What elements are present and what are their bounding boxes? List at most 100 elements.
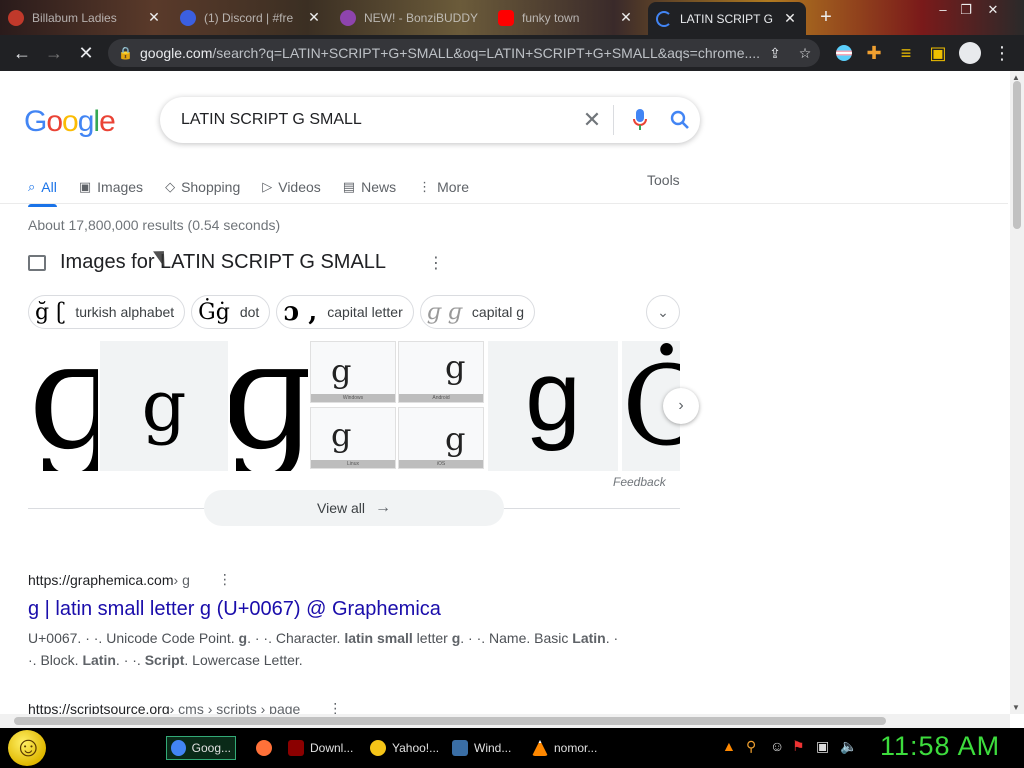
clear-icon[interactable]: ✕ [577, 107, 607, 133]
image-thumbnail[interactable]: g [100, 341, 228, 471]
tab-more[interactable]: ⋮ More [418, 169, 469, 205]
image-thumbnail[interactable]: ɡ [230, 341, 308, 471]
clock[interactable]: 11:58 AM [880, 731, 1000, 762]
minimize-button[interactable]: – [932, 0, 954, 22]
result-url[interactable]: https://graphemica.com › g ⋮ [28, 571, 628, 588]
menu-kebab-icon[interactable]: ⋮ [986, 37, 1018, 69]
vlc-tray-icon[interactable]: ▲ [722, 738, 736, 754]
thumbnail-glyph: g [141, 365, 187, 447]
chrome-icon [171, 740, 186, 756]
extension-flag-icon[interactable] [828, 37, 860, 69]
tab-discord[interactable]: (1) Discord | #fre ✕ [172, 4, 330, 31]
image-icon: ▣ [78, 179, 92, 194]
forward-icon[interactable]: → [38, 37, 70, 69]
tab-shopping[interactable]: ◇ Shopping [165, 169, 240, 205]
smiley-tray-icon[interactable]: ☺ [770, 738, 784, 754]
network-icon[interactable]: ▣ [816, 738, 829, 755]
result-title-link[interactable]: g | latin small letter g (U+0067) @ Grap… [28, 598, 628, 621]
tag-icon: ◇ [165, 179, 176, 194]
tools-button[interactable]: Tools [647, 172, 680, 188]
scroll-down-icon[interactable]: ▼ [1012, 703, 1020, 712]
stop-loading-icon[interactable]: ✕ [70, 37, 102, 69]
close-icon[interactable]: ✕ [618, 9, 634, 26]
url-text[interactable]: google.com/search?q=LATIN+SCRIPT+G+SMALL… [140, 45, 760, 61]
tab-images[interactable]: ▣ Images [79, 169, 143, 205]
image-thumbnail[interactable]: ɡ [28, 341, 98, 471]
more-vert-icon[interactable]: ⋮ [428, 253, 444, 273]
lock-icon[interactable]: 🔒 [118, 46, 140, 60]
images-heading[interactable]: Images for LATIN SCRIPT G SMALL [60, 251, 386, 274]
search-type-tabs: ⌕ All ▣ Images ◇ Shopping ▷ Videos ▤ News ⋮ Mo… [28, 169, 491, 207]
chip-thumbnail: ɡ ɡ [426, 299, 462, 325]
taskbar-item-firefox[interactable] [256, 736, 280, 760]
address-bar[interactable]: 🔒 google.com/search?q=LATIN+SCRIPT+G+SMA… [108, 39, 820, 67]
share-icon[interactable]: ⇪ [760, 45, 790, 62]
close-icon[interactable]: ✕ [146, 9, 162, 26]
tab-billabum[interactable]: Billabum Ladies ✕ [0, 4, 170, 31]
microphone-icon[interactable] [620, 100, 660, 140]
tab-bonzi[interactable]: NEW! - BonziBUDDY [332, 4, 488, 31]
more-vert-icon[interactable]: ⋮ [218, 571, 232, 588]
image-thumbnail-grid[interactable]: g Windows g Android g Linux g iOS [310, 341, 486, 471]
taskbar-item-chrome[interactable]: Goog... [166, 736, 236, 760]
tab-news[interactable]: ▤ News [343, 169, 396, 205]
bookmark-star-icon[interactable]: ☆ [790, 45, 820, 62]
start-button[interactable] [8, 730, 46, 766]
taskbar: Goog... Downl... Yahoo!... Wind... nomor… [0, 728, 1024, 768]
taskbar-label: Yahoo!... [392, 741, 440, 755]
feedback-link[interactable]: Feedback [613, 475, 666, 489]
search-icon[interactable] [660, 100, 700, 140]
chevron-down-icon[interactable]: ⌄ [646, 295, 680, 329]
extensions-puzzle-icon[interactable]: ✚ [858, 37, 890, 69]
back-icon[interactable]: ← [6, 37, 38, 69]
tab-google-search[interactable]: LATIN SCRIPT G SMALL ✕ [648, 2, 806, 35]
taskbar-item-downloads[interactable]: Downl... [288, 736, 360, 760]
close-icon[interactable]: ✕ [306, 9, 322, 26]
divider [613, 105, 614, 135]
window-close-button[interactable]: ✕ [982, 0, 1004, 22]
new-tab-button[interactable]: + [814, 6, 838, 30]
tab-funky-town[interactable]: funky town ✕ [490, 4, 642, 31]
youtube-icon [498, 9, 514, 26]
volume-icon[interactable]: 🔈 [840, 738, 857, 755]
search-box[interactable]: LATIN SCRIPT G SMALL ✕ [160, 97, 700, 143]
tab-all[interactable]: ⌕ All [28, 169, 57, 207]
chip-capital-g[interactable]: ɡ ɡ capital g [419, 295, 536, 329]
image-thumbnail[interactable]: g [488, 341, 618, 471]
action-center-flag-icon[interactable]: ⚑ [792, 738, 805, 755]
scrollbar-thumb[interactable] [1013, 81, 1021, 229]
google-logo[interactable]: Google [24, 105, 116, 139]
taskbar-item-windows[interactable]: Wind... [452, 736, 522, 760]
result-site: https://graphemica.com [28, 571, 174, 588]
logo-letter: g [77, 105, 95, 138]
url-path: /search?q=LATIN+SCRIPT+G+SMALL&oq=LATIN+… [212, 45, 760, 61]
view-all-button[interactable]: View all → [204, 490, 504, 526]
chip-dot[interactable]: Ġġ dot [191, 295, 271, 329]
more-vert-icon: ⋮ [418, 179, 432, 194]
search-input[interactable]: LATIN SCRIPT G SMALL [181, 111, 577, 129]
vertical-scrollbar[interactable]: ▲ ▼ [1010, 71, 1024, 714]
chip-label: capital g [471, 304, 525, 320]
side-panel-icon[interactable]: ▣ [922, 37, 954, 69]
taskbar-item-yahoo[interactable]: Yahoo!... [370, 736, 446, 760]
profile-avatar[interactable] [954, 37, 986, 69]
chip-turkish-alphabet[interactable]: ğ ʗ turkish alphabet [28, 295, 186, 329]
play-icon: ▷ [262, 179, 273, 194]
chip-capital-letter[interactable]: ɔ , capital letter [276, 295, 414, 329]
media-queue-icon[interactable]: ≡ [890, 37, 922, 69]
platform-label: iOS [399, 460, 483, 468]
chip-thumbnail: Ġġ [198, 299, 230, 325]
image-results-strip: ɡ g ɡ g Windows g Android g Linux g iOS g Ċ [28, 341, 680, 471]
tab-videos[interactable]: ▷ Videos [262, 169, 321, 205]
close-icon[interactable]: ✕ [782, 10, 798, 27]
taskbar-label: nomor... [554, 741, 598, 755]
maximize-button[interactable]: ❐ [955, 0, 977, 22]
horizontal-scrollbar[interactable] [0, 714, 1010, 728]
arrow-right-icon: → [375, 499, 391, 516]
vlc-cone-icon [532, 740, 548, 756]
chevron-right-icon[interactable]: › [663, 388, 699, 424]
scrollbar-thumb[interactable] [14, 717, 886, 725]
tab-title: NEW! - BonziBUDDY [364, 10, 479, 25]
taskbar-item-vlc[interactable]: nomor... [532, 736, 608, 760]
search-tray-icon[interactable]: ⚲ [746, 738, 756, 755]
